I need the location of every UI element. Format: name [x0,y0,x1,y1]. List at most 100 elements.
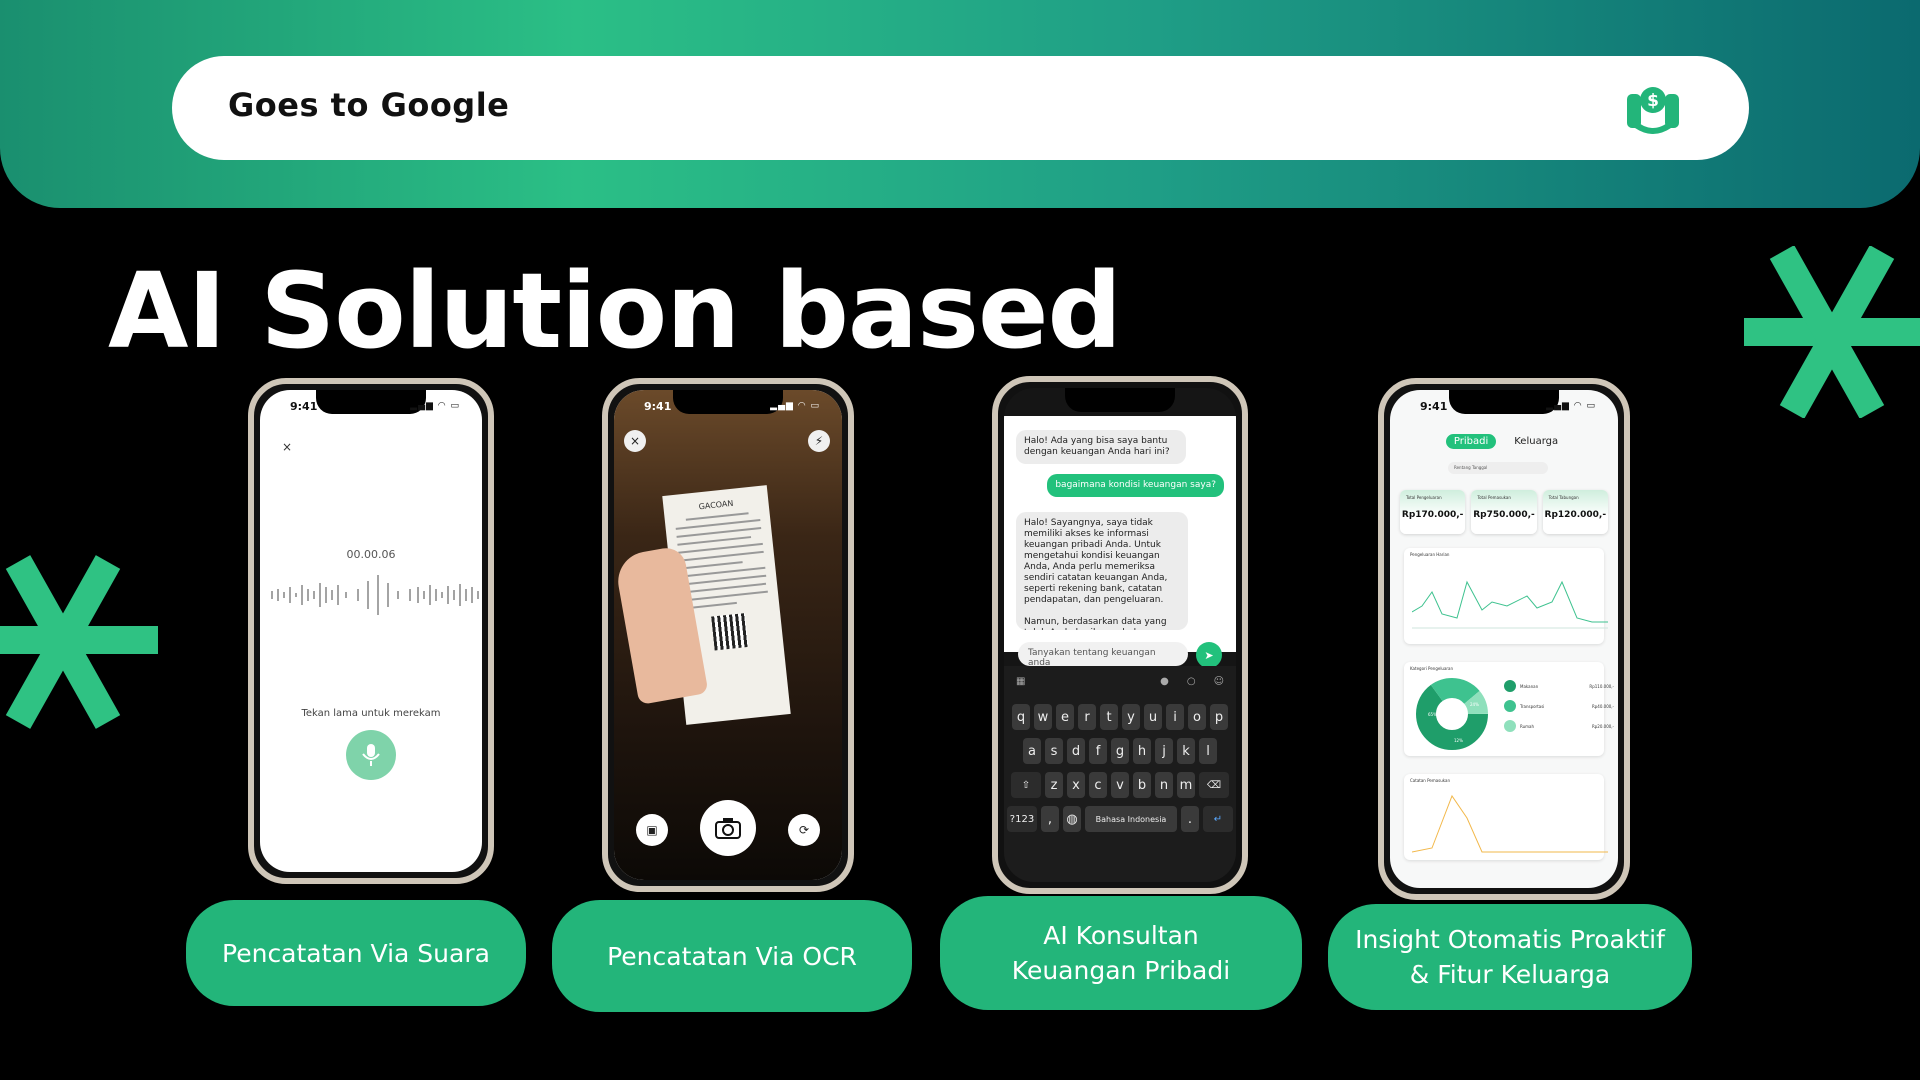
tab-keluarga[interactable]: Keluarga [1510,434,1562,449]
category-amount: Rp20.000,- [1591,723,1614,729]
header-title: Goes to Google [228,86,510,124]
key-t[interactable]: t [1100,704,1118,730]
phone-ai-chat: Halo! Ada yang bisa saya bantu dengan ke… [992,376,1248,894]
status-time: 9:41 [1420,400,1448,413]
date-range-filter[interactable]: Rentang Tanggal [1448,462,1548,474]
caption-voice: Pencatatan Via Suara [186,900,526,1006]
card-value: Rp750.000,- [1473,510,1535,520]
key-k[interactable]: k [1177,738,1195,764]
main-title: AI Solution based [108,250,1122,372]
key-v[interactable]: v [1111,772,1129,798]
space-key[interactable]: Bahasa Indonesia [1085,806,1177,832]
key-d[interactable]: d [1067,738,1085,764]
rotate-camera-icon[interactable]: ⟳ [788,814,820,846]
key-h[interactable]: h [1133,738,1151,764]
shift-key[interactable]: ⇧ [1011,772,1041,798]
voice-screen: 9:41 ▂▄▆ ◠ ▭ × 00.00.06 Tekan lama untuk… [260,390,482,872]
microphone-icon[interactable] [346,730,396,780]
waveform [271,575,479,615]
tab-pribadi[interactable]: Pribadi [1445,434,1497,449]
income-panel: Catatan Pemasukan [1404,774,1608,860]
key-z[interactable]: z [1045,772,1063,798]
key-u[interactable]: u [1144,704,1162,730]
key-j[interactable]: j [1155,738,1173,764]
key-b[interactable]: b [1133,772,1151,798]
record-hint: Tekan lama untuk merekam [301,708,441,719]
key-i[interactable]: i [1166,704,1184,730]
home-icon [1504,720,1516,732]
close-icon[interactable]: × [624,430,646,452]
key-p[interactable]: p [1210,704,1228,730]
status-icons: ▂▄▆ ◠ ▭ [1546,401,1596,411]
card-label: Total Pengeluaran [1406,495,1442,500]
gallery-icon[interactable]: ▣ [636,814,668,846]
status-time: 9:41 [644,400,672,413]
key-s[interactable]: s [1045,738,1063,764]
summary-card-income: Total Pemasukan Rp750.000,- [1471,490,1537,534]
keyboard: ▦ ● ○ ☺ qwertyuiop asdfghjkl ⇧ z x c v b n m ⌫ ?1… [1004,666,1236,882]
globe-icon[interactable]: ◍ [1063,806,1081,832]
backspace-key[interactable]: ⌫ [1199,772,1229,798]
status-time: 9:41 [290,400,318,413]
send-icon[interactable]: ➤ [1196,642,1222,668]
chat-input[interactable]: Tanyakan tentang keuangan anda [1018,642,1188,668]
insight-tabs: Pribadi Keluarga [1390,434,1618,449]
close-icon[interactable]: × [282,440,292,454]
key-a[interactable]: a [1023,738,1041,764]
key-l[interactable]: l [1199,738,1217,764]
category-amount: Rp110.000,- [1589,683,1614,689]
emoji-icon[interactable]: ☺ [1214,676,1224,692]
daily-expense-panel: Pengeluaran Harian [1404,548,1608,644]
key-r[interactable]: r [1078,704,1096,730]
key-e[interactable]: e [1056,704,1074,730]
date-range-label: Rentang Tanggal [1454,465,1488,470]
category-expense-panel: Kategori Pengeluaran 65% 24% 12% Makanan… [1404,662,1614,756]
key-n[interactable]: n [1155,772,1173,798]
bot-message-long-text: Halo! Sayangnya, saya tidak memiliki aks… [1024,518,1168,605]
key-f[interactable]: f [1089,738,1107,764]
key-g[interactable]: g [1111,738,1129,764]
key-m[interactable]: m [1177,772,1195,798]
keyboard-mic-icon[interactable]: ● [1160,676,1169,692]
key-y[interactable]: y [1122,704,1140,730]
period-key[interactable]: . [1181,806,1199,832]
category-name: Makanan [1520,683,1539,689]
svg-text:$: $ [1647,91,1659,111]
category-item: Makanan Rp110.000,- [1504,680,1614,692]
flash-off-icon[interactable]: ⚡ [808,430,830,452]
card-value: Rp170.000,- [1401,510,1464,520]
category-item: Rumah Rp20.000,- [1504,720,1614,732]
bot-message-long: Halo! Sayangnya, saya tidak memiliki aks… [1016,512,1188,630]
keyboard-search-icon[interactable]: ○ [1187,676,1196,692]
qr-code [710,613,749,651]
key-x[interactable]: x [1067,772,1085,798]
card-label: Total Pemasukan [1477,495,1511,500]
enter-key[interactable]: ↵ [1203,806,1233,832]
status-icons: ▂▄▆ ◠ ▭ [410,401,460,411]
num-key[interactable]: ?123 [1007,806,1037,832]
camera-icon[interactable] [700,800,756,856]
comma-key[interactable]: , [1041,806,1059,832]
keyboard-row-3: ⇧ z x c v b n m ⌫ [1004,772,1236,798]
panel-title: Pengeluaran Harian [1410,552,1450,557]
chat-screen: Halo! Ada yang bisa saya bantu dengan ke… [1004,388,1236,882]
panel-title: Catatan Pemasukan [1410,778,1451,783]
keyboard-toolbar: ▦ ● ○ ☺ [1016,676,1224,692]
status-icons: ▂▄▆ ◠ ▭ [770,401,820,411]
category-donut-chart: 65% 24% 12% [1416,678,1488,750]
key-q[interactable]: q [1012,704,1030,730]
keyboard-row-2: asdfghjkl [1004,738,1236,764]
daily-expense-line-chart [1412,580,1608,629]
donut-label: 12% [1454,738,1463,743]
phone-insight-dashboard: 9:41 ▂▄▆ ◠ ▭ Pribadi Keluarga Rentang Ta… [1378,378,1630,900]
caption-ocr: Pencatatan Via OCR [552,900,912,1012]
chat-area: Halo! Ada yang bisa saya bantu dengan ke… [1004,416,1236,668]
card-label: Total Tabungan [1548,495,1579,500]
key-w[interactable]: w [1034,704,1052,730]
bot-message-long-text-2: Namun, berdasarkan data yang telah Anda … [1024,617,1167,630]
key-c[interactable]: c [1089,772,1107,798]
asterisk-right-decoration [1744,246,1920,418]
keyboard-grid-icon[interactable]: ▦ [1016,676,1025,692]
recording-timer: 00.00.06 [346,548,396,561]
key-o[interactable]: o [1188,704,1206,730]
